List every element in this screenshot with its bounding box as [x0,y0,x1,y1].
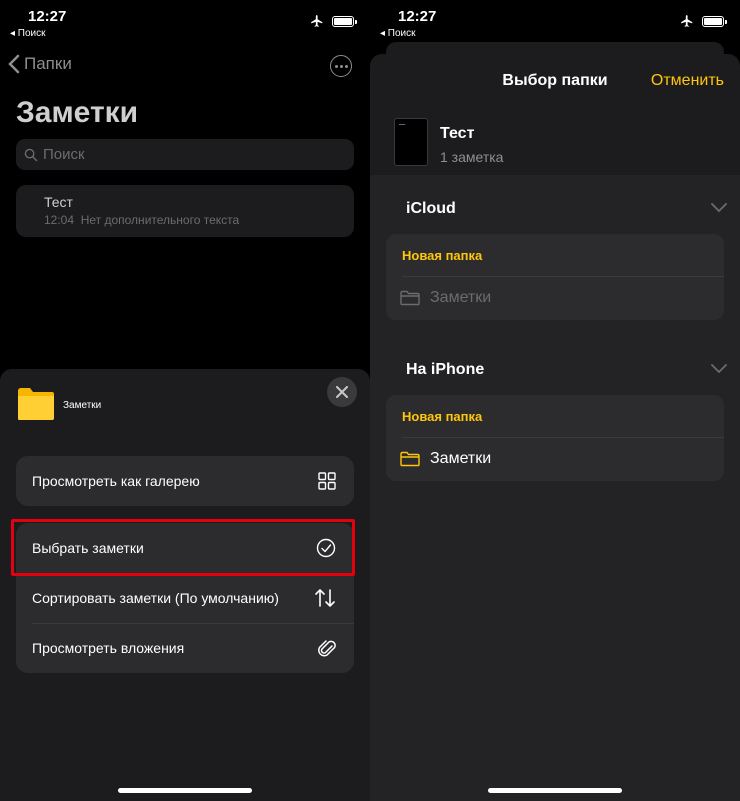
sort-arrows-icon [315,589,335,607]
sort-notes-button[interactable]: Сортировать заметки (По умолчанию) [16,573,354,623]
chevron-down-icon[interactable] [711,364,727,374]
note-thumbnail [394,118,428,166]
airplane-icon [681,15,693,27]
search-placeholder: Поиск [43,146,85,163]
folder-outline-icon [400,290,420,306]
menu-group-actions: Выбрать заметки Сортировать заметки (По … [16,523,354,673]
menu-group-view: Просмотреть как галерею [16,456,354,506]
folder-list: iCloud Новая папка Заметки На iPhone Нов… [370,175,740,801]
status-icons [310,14,357,28]
new-folder-button[interactable]: Новая папка [386,234,724,276]
airplane-icon [311,15,323,27]
folder-picker-sheet: Выбор папки Отменить Тест 1 заметка iClo… [370,54,740,801]
right-screen: 12:27 ◂ Поиск Выбор папки Отменить Тест … [370,0,740,801]
home-indicator [118,788,252,793]
section-title-icloud: iCloud [406,200,456,217]
search-input[interactable]: Поиск [16,139,354,170]
battery-icon [702,15,727,27]
paperclip-icon [318,640,336,657]
note-time: 12:04 [44,213,75,227]
icloud-folder-group: Новая папка Заметки [386,234,724,320]
iphone-folder-group: Новая папка Заметки [386,395,724,481]
note-meta: 12:04 Нет дополнительного текста [44,213,354,227]
back-label: Папки [24,54,72,73]
folder-name: Заметки [430,450,492,467]
view-attachments-button[interactable]: Просмотреть вложения [16,623,354,673]
note-title: Тест [44,194,73,210]
note-count: 1 заметка [440,149,504,165]
close-icon [336,386,348,398]
folder-row-icloud-notes: Заметки [386,276,724,320]
home-indicator [488,788,622,793]
status-back-link[interactable]: ◂ Поиск [380,28,416,39]
view-as-gallery-button[interactable]: Просмотреть как галерею [16,456,354,506]
folder-actions-sheet: Заметки Просмотреть как галерею Выбрать … [0,369,370,801]
menu-item-label: Просмотреть вложения [32,640,185,656]
status-time: 12:27 [398,8,437,25]
note-list-item[interactable]: Тест 12:04 Нет дополнительного текста [16,185,354,237]
checkmark-circle-icon [316,538,336,558]
new-folder-button[interactable]: Новая папка [386,395,724,437]
search-icon [24,148,38,161]
select-notes-button[interactable]: Выбрать заметки [16,523,354,573]
cancel-button[interactable]: Отменить [651,72,724,90]
sheet-folder-name: Заметки [63,400,102,411]
folder-name: Заметки [430,289,492,306]
folder-icon [18,388,54,420]
status-icons [680,14,727,28]
note-title: Тест [440,125,475,142]
battery-icon [332,15,357,27]
grid-icon [318,472,336,490]
more-options-icon[interactable] [330,55,352,77]
menu-item-label: Выбрать заметки [32,540,144,556]
chevron-left-icon [8,54,20,74]
folder-outline-icon [400,451,420,467]
menu-item-label: Сортировать заметки (По умолчанию) [32,590,279,606]
back-to-folders-button[interactable]: Папки [8,54,72,74]
menu-item-label: Просмотреть как галерею [32,473,200,489]
folder-row-iphone-notes[interactable]: Заметки [386,437,724,481]
page-title: Заметки [16,96,139,129]
close-sheet-button[interactable] [327,377,357,407]
left-screen: 12:27 ◂ Поиск Папки Заметки Поиск Тест 1… [0,0,370,801]
status-time: 12:27 [28,8,67,25]
status-back-link[interactable]: ◂ Поиск [10,28,46,39]
chevron-down-icon[interactable] [711,203,727,213]
section-title-iphone: На iPhone [406,361,485,378]
note-preview: Нет дополнительного текста [80,213,240,227]
